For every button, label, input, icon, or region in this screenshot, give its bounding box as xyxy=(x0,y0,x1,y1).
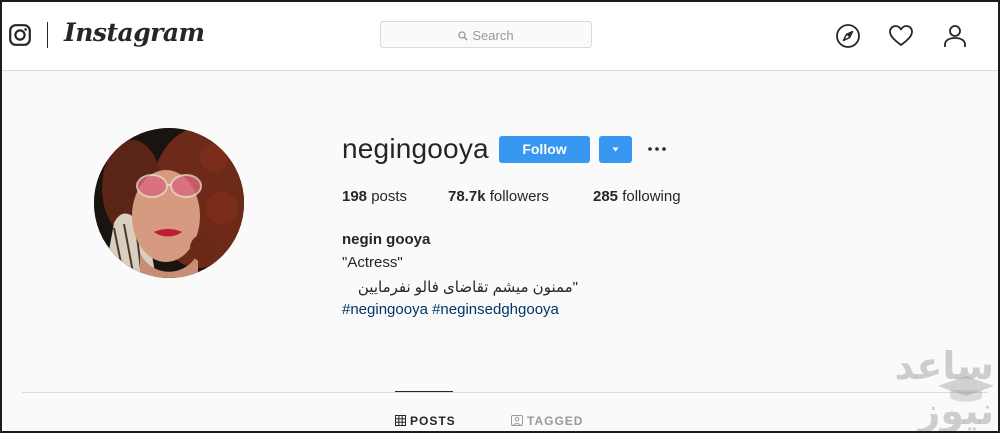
profile-avatar[interactable] xyxy=(94,128,244,278)
bio-hashtags: #negingooya #neginsedghgooya xyxy=(342,301,559,318)
search-placeholder: Search xyxy=(472,28,514,44)
tabs-divider xyxy=(22,392,988,393)
hashtag-link[interactable]: #neginsedghgooya xyxy=(432,301,559,318)
suggested-accounts-button[interactable] xyxy=(599,136,632,163)
site-watermark: ساعد نیوز xyxy=(874,346,998,431)
more-options-icon[interactable] xyxy=(646,138,668,160)
tab-posts[interactable]: POSTS xyxy=(395,413,456,428)
follow-button[interactable]: Follow xyxy=(499,136,590,163)
active-tab-indicator xyxy=(395,391,453,392)
tab-tagged[interactable]: TAGGED xyxy=(511,413,583,428)
logo-divider xyxy=(47,22,48,48)
watermark-text: ساعد نیوز xyxy=(894,346,994,433)
tagged-icon xyxy=(511,415,523,427)
search-icon xyxy=(458,30,469,41)
following-count[interactable]: 285 following xyxy=(593,188,681,205)
hashtag-link[interactable]: #negingooya xyxy=(342,301,428,318)
grid-icon xyxy=(395,415,406,427)
bio-line: "Actress" xyxy=(342,254,403,271)
profile-username: negingooya xyxy=(342,133,489,164)
instagram-wordmark[interactable]: Instagram xyxy=(64,18,205,47)
search-input[interactable]: Search xyxy=(380,21,592,48)
followers-count[interactable]: 78.7k followers xyxy=(448,188,549,205)
top-navigation-bar: Instagram Search xyxy=(2,2,998,71)
compass-icon[interactable] xyxy=(835,23,861,49)
browser-frame: Instagram Search negingooya Follow 198 p… xyxy=(0,0,1000,433)
person-icon[interactable] xyxy=(942,23,968,49)
bio-line: "ممنون میشم تقاضای فالو نفرمایین xyxy=(357,279,578,296)
triangle-down-icon xyxy=(612,147,619,152)
profile-full-name: negin gooya xyxy=(342,231,431,248)
instagram-logo-icon[interactable] xyxy=(9,24,31,46)
heart-icon[interactable] xyxy=(888,23,914,49)
posts-count[interactable]: 198 posts xyxy=(342,188,407,205)
